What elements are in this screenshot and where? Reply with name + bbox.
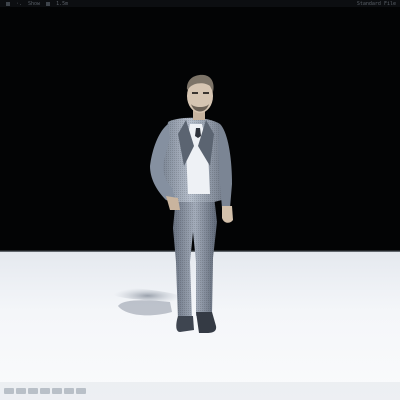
control-button[interactable] (40, 388, 50, 394)
control-button[interactable] (16, 388, 26, 394)
viewport-bottom-controls (0, 382, 400, 400)
3d-viewport[interactable]: ·. Show 1.5m Standard File (0, 0, 400, 400)
character-head (186, 74, 214, 120)
character-model[interactable] (0, 0, 400, 400)
character-legs (173, 196, 217, 320)
control-button[interactable] (64, 388, 74, 394)
control-button[interactable] (28, 388, 38, 394)
character-shadow (113, 287, 182, 316)
control-button[interactable] (76, 388, 86, 394)
control-button[interactable] (52, 388, 62, 394)
control-button[interactable] (4, 388, 14, 394)
